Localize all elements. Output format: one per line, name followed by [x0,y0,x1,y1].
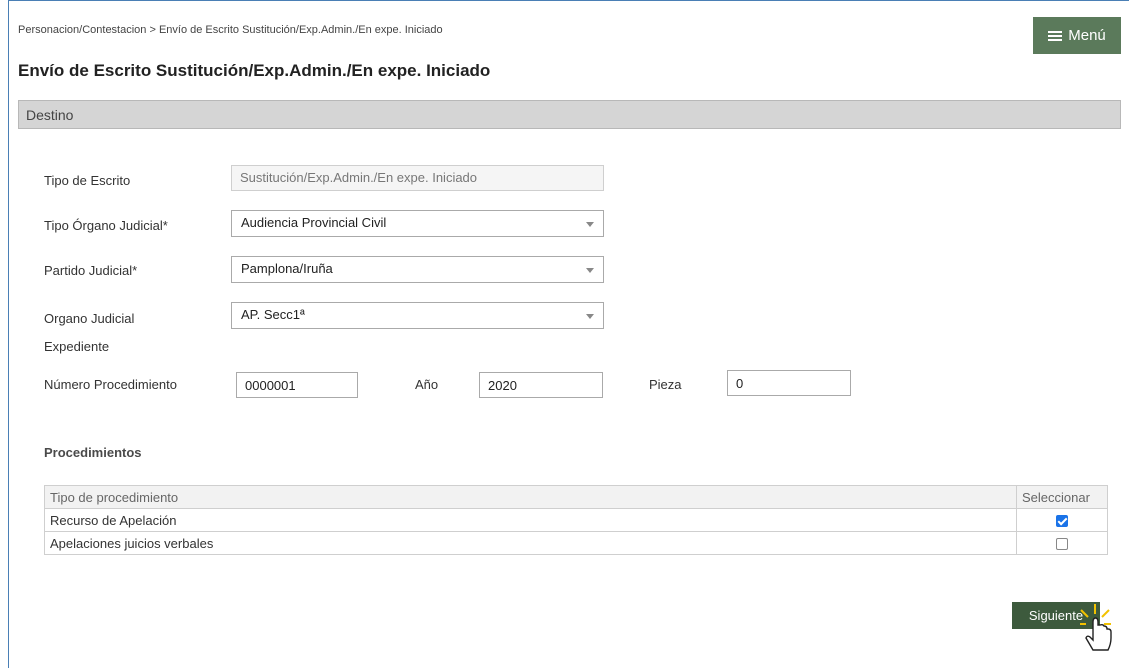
section-title: Destino [26,107,74,123]
caret-down-icon [586,222,594,227]
section-header-destino: Destino [18,100,1121,129]
page-title: Envío de Escrito Sustitución/Exp.Admin./… [18,61,491,80]
organo-label: Organo Judicial [44,311,135,326]
column-header: Seleccionar [1016,485,1108,509]
menu-button[interactable]: Menú [1033,17,1121,54]
column-header: Tipo de procedimiento [44,485,1017,509]
anio-input[interactable] [479,372,603,398]
partido-value: Pamplona/Iruña [241,261,333,276]
pieza-input[interactable] [727,370,851,396]
pieza-label: Pieza [649,377,682,392]
select-checkbox[interactable] [1056,538,1068,551]
anio-label: Año [415,377,439,392]
hand-pointer-icon [1080,604,1112,651]
procedimientos-title: Procedimientos [44,445,142,460]
numero-input[interactable] [236,372,358,398]
numero-label: Número Procedimiento [44,377,177,392]
tipo-organo-select[interactable]: Audiencia Provincial Civil [231,210,604,237]
breadcrumb: Personacion/Contestacion > Envío de Escr… [18,24,443,36]
caret-down-icon [586,314,594,319]
menu-label: Menú [1068,27,1106,44]
organo-value: AP. Secc1ª [241,307,305,322]
table-row: Recurso de Apelación [44,508,1108,532]
tipo-escrito-field: Sustitución/Exp.Admin./En expe. Iniciado [231,165,604,191]
table-row: Apelaciones juicios verbales [44,531,1108,555]
tipo-escrito-label: Tipo de Escrito [44,173,131,188]
partido-select[interactable]: Pamplona/Iruña [231,256,604,283]
organo-select[interactable]: AP. Secc1ª [231,302,604,329]
procedimientos-table: Tipo de procedimiento Seleccionar Recurs… [44,485,1108,555]
procedimiento-name: Recurso de Apelación [44,508,1017,532]
caret-down-icon [586,268,594,273]
expediente-label: Expediente [44,339,110,354]
procedimiento-name: Apelaciones juicios verbales [44,531,1017,555]
tipo-organo-value: Audiencia Provincial Civil [241,215,387,230]
partido-label: Partido Judicial* [44,263,138,278]
select-checkbox[interactable] [1056,515,1068,528]
tipo-organo-label: Tipo Órgano Judicial* [44,218,168,233]
hamburger-icon [1048,30,1063,41]
